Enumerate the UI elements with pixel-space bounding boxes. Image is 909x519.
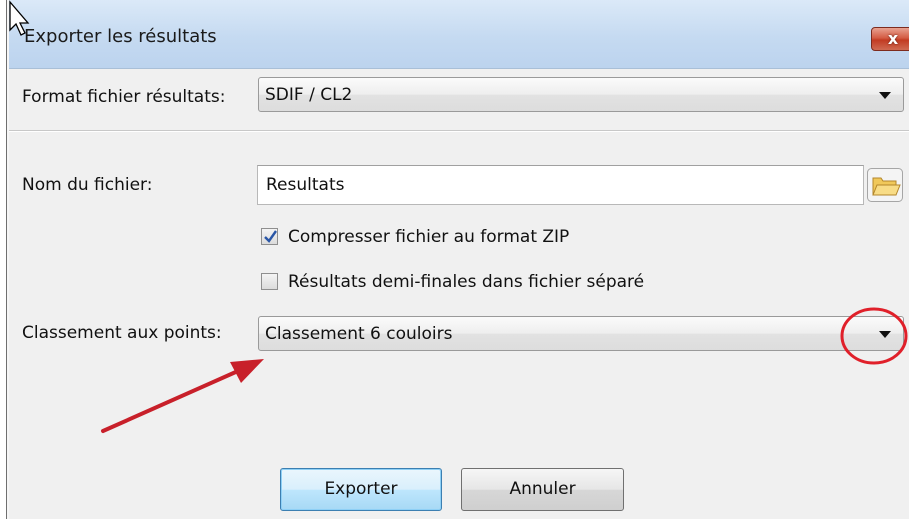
filename-value: Resultats [266, 175, 345, 195]
zip-label: Compresser fichier au format ZIP [288, 227, 570, 247]
cancel-button[interactable]: Annuler [461, 468, 624, 511]
filename-input[interactable]: Resultats [257, 165, 864, 205]
ranking-select[interactable]: Classement 6 couloirs [258, 316, 904, 351]
separator [9, 130, 909, 132]
format-select[interactable]: SDIF / CL2 [258, 77, 904, 112]
browse-folder-button[interactable] [867, 168, 903, 202]
zip-checkbox[interactable] [261, 228, 278, 245]
semis-checkbox[interactable] [261, 273, 278, 290]
window-title: Exporter les résultats [24, 26, 217, 47]
format-selected-value: SDIF / CL2 [265, 85, 353, 105]
chevron-down-icon [879, 331, 891, 338]
chevron-down-icon [879, 92, 891, 99]
checkmark-icon [264, 230, 277, 243]
ranking-selected-value: Classement 6 couloirs [265, 324, 453, 344]
filename-label: Nom du fichier: [22, 175, 153, 195]
title-bar[interactable]: Exporter les résultats x [9, 0, 909, 69]
export-button[interactable]: Exporter [280, 468, 442, 511]
close-button[interactable]: x [871, 27, 909, 51]
folder-icon [867, 168, 903, 202]
semis-label: Résultats demi-finales dans fichier sépa… [288, 272, 645, 292]
window-border [0, 0, 9, 519]
format-label: Format fichier résultats: [22, 87, 226, 107]
ranking-label: Classement aux points: [22, 323, 222, 343]
export-dialog: Exporter les résultats x Format fichier … [0, 0, 909, 519]
